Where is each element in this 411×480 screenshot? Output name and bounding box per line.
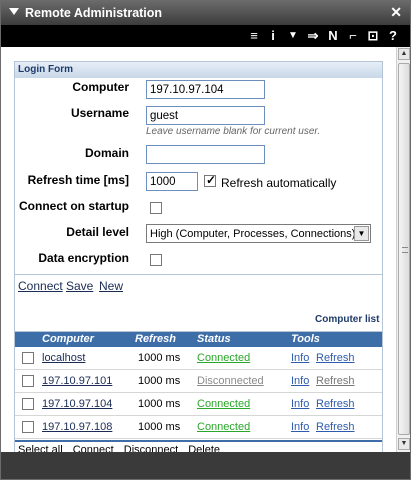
login-form-title: Login Form [18,64,73,75]
save-link[interactable]: Save [66,279,93,293]
toolbar: ≡ i ▼ ⇒ N ⌐ ⊡ ? [1,25,410,47]
data-encryption-checkbox[interactable] [150,254,162,266]
computer-list-title: Computer list [315,314,380,325]
table-row: localhost 1000 ms Connected Info Refresh [15,347,382,370]
detail-level-value: High (Computer, Processes, Connections) [150,228,356,240]
domain-label: Domain [84,146,129,160]
close-icon[interactable]: ✕ [390,4,402,21]
network-icon[interactable]: N [324,27,342,45]
refresh-link[interactable]: Refresh [316,398,355,410]
detail-level-select[interactable]: High (Computer, Processes, Connections) … [146,224,371,243]
computer-name[interactable]: 197.10.97.101 [42,375,112,387]
table-row: 197.10.97.101 1000 ms Disconnected Info … [15,370,382,393]
row-checkbox[interactable] [22,375,34,387]
refresh-link[interactable]: Refresh [316,375,355,387]
domain-input[interactable] [146,145,265,164]
column-header-computer[interactable]: Computer [42,333,94,345]
collapse-triangle-icon[interactable] [9,8,19,15]
refresh-time-input[interactable] [146,172,198,191]
row-checkbox[interactable] [22,352,34,364]
refresh-automatically-checkbox[interactable] [204,173,216,187]
username-hint: Leave username blank for current user. [146,126,321,137]
connect-on-startup-label: Connect on startup [19,199,129,213]
table-row: 197.10.97.108 1000 ms Connected Info Ref… [15,416,382,439]
table-bottom-rule [15,440,382,442]
key-icon[interactable]: ⌐ [344,27,362,45]
info-icon[interactable]: i [264,27,282,45]
disconnect-selected-link[interactable]: Disconnect [124,444,178,452]
computer-name[interactable]: 197.10.97.108 [42,421,112,433]
delete-selected-link[interactable]: Delete [188,444,220,452]
info-link[interactable]: Info [291,375,309,387]
computer-input[interactable] [146,80,265,99]
form-separator [15,274,382,275]
scroll-up-icon[interactable]: ▲ [398,48,410,60]
table-header: Computer Refresh Status Tools [15,332,382,347]
refresh-value: 1000 ms [138,375,181,387]
scroll-thumb[interactable] [398,63,410,435]
status-connected[interactable]: Connected [197,352,250,364]
computer-label: Computer [72,80,129,94]
refresh-link[interactable]: Refresh [316,421,355,433]
scroll-grip-icon [402,247,408,253]
refresh-value: 1000 ms [138,421,181,433]
forward-icon[interactable]: ⇒ [304,27,322,45]
refresh-value: 1000 ms [138,352,181,364]
connect-on-startup-checkbox[interactable] [150,202,162,214]
refresh-automatically-label: Refresh automatically [221,176,337,190]
help-icon[interactable]: ? [384,27,402,45]
status-connected[interactable]: Connected [197,421,250,433]
username-input[interactable] [146,106,265,125]
detail-level-label: Detail level [66,225,129,239]
scroll-down-icon[interactable]: ▼ [398,438,410,450]
row-checkbox[interactable] [22,421,34,433]
refresh-link[interactable]: Refresh [316,352,355,364]
computer-name[interactable]: 197.10.97.104 [42,398,112,410]
info-link[interactable]: Info [291,398,309,410]
filter-icon[interactable]: ▼ [284,27,302,45]
vertical-scrollbar[interactable]: ▲ ▼ [396,47,410,452]
computer-list-table: Computer Refresh Status Tools localhost … [14,331,383,452]
title-bar: Remote Administration ✕ [1,1,410,25]
login-form-panel: Login Form Computer Username Leave usern… [14,61,383,343]
connect-link[interactable]: Connect [18,279,63,293]
status-connected[interactable]: Connected [197,398,250,410]
list-view-icon[interactable]: ≡ [245,27,263,45]
info-link[interactable]: Info [291,352,309,364]
select-all-link[interactable]: Select all [18,444,63,452]
chevron-down-icon[interactable]: ▼ [354,226,369,241]
table-row: 197.10.97.104 1000 ms Connected Info Ref… [15,393,382,416]
computer-name[interactable]: localhost [42,352,85,364]
info-link[interactable]: Info [291,421,309,433]
row-checkbox[interactable] [22,398,34,410]
table-footer-actions: Select all Connect Disconnect Delete [18,444,227,452]
column-header-tools[interactable]: Tools [291,333,320,345]
column-header-status[interactable]: Status [197,333,231,345]
status-bar [1,452,410,479]
connect-selected-link[interactable]: Connect [73,444,114,452]
connect-plug-icon[interactable]: ⊡ [364,27,382,45]
remote-administration-window: Remote Administration ✕ ≡ i ▼ ⇒ N ⌐ ⊡ ? … [0,0,411,480]
column-header-refresh[interactable]: Refresh [135,333,176,345]
refresh-value: 1000 ms [138,398,181,410]
content-area: Login Form Computer Username Leave usern… [1,47,396,452]
window-title: Remote Administration [25,6,163,20]
status-disconnected[interactable]: Disconnected [197,375,264,387]
new-link[interactable]: New [99,279,123,293]
data-encryption-label: Data encryption [38,251,129,265]
username-label: Username [70,106,129,120]
refresh-time-label: Refresh time [ms] [27,173,129,187]
login-form-header: Login Form [15,62,382,78]
